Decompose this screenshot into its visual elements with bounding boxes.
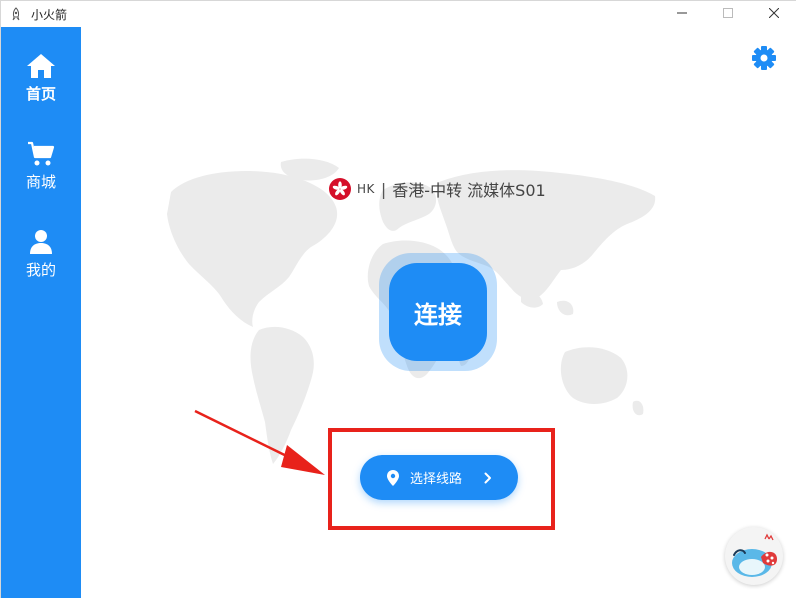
current-server[interactable]: HK | 香港-中转 流媒体S01 [329, 177, 546, 201]
select-route-label: 选择线路 [410, 472, 463, 487]
maximize-button[interactable] [705, 1, 751, 27]
home-icon [25, 51, 57, 81]
sidebar: 首页 商城 我的 [1, 27, 81, 598]
minimize-button[interactable] [659, 1, 705, 27]
maximize-icon [723, 7, 733, 21]
sidebar-item-label: 我的 [25, 261, 56, 279]
server-name: 香港-中转 流媒体S01 [392, 181, 546, 200]
main-panel: HK | 香港-中转 流媒体S01 连接 选择线路 [81, 27, 796, 598]
sidebar-item-profile[interactable]: 我的 [1, 227, 81, 297]
sidebar-item-shop[interactable]: 商城 [1, 139, 81, 209]
title-bar: 小火箭 [1, 1, 796, 27]
minimize-icon [677, 7, 687, 21]
server-separator: | [380, 179, 387, 199]
app-window: 小火箭 首页 商城 我的 HK | 香港-中转 流媒体S01 连接 选择线路 [0, 0, 796, 598]
sidebar-item-label: 首页 [25, 85, 56, 103]
chevron-right-icon [482, 471, 494, 485]
window-title: 小火箭 [31, 7, 68, 22]
close-icon [768, 7, 780, 21]
close-button[interactable] [751, 1, 796, 27]
server-region-code: HK [357, 182, 375, 196]
location-pin-icon [386, 469, 400, 486]
sidebar-item-label: 商城 [25, 173, 56, 191]
user-icon [25, 227, 57, 257]
app-logo-icon [9, 7, 23, 21]
annotation-arrow [194, 409, 325, 475]
bird-mascot-icon[interactable] [725, 527, 783, 585]
hong-kong-flag-icon [329, 178, 351, 200]
select-route-button[interactable]: 选择线路 [360, 455, 518, 500]
sidebar-item-home[interactable]: 首页 [1, 51, 81, 121]
cart-icon [25, 139, 57, 169]
connect-button[interactable]: 连接 [389, 263, 487, 361]
settings-gear-icon[interactable] [751, 45, 777, 71]
